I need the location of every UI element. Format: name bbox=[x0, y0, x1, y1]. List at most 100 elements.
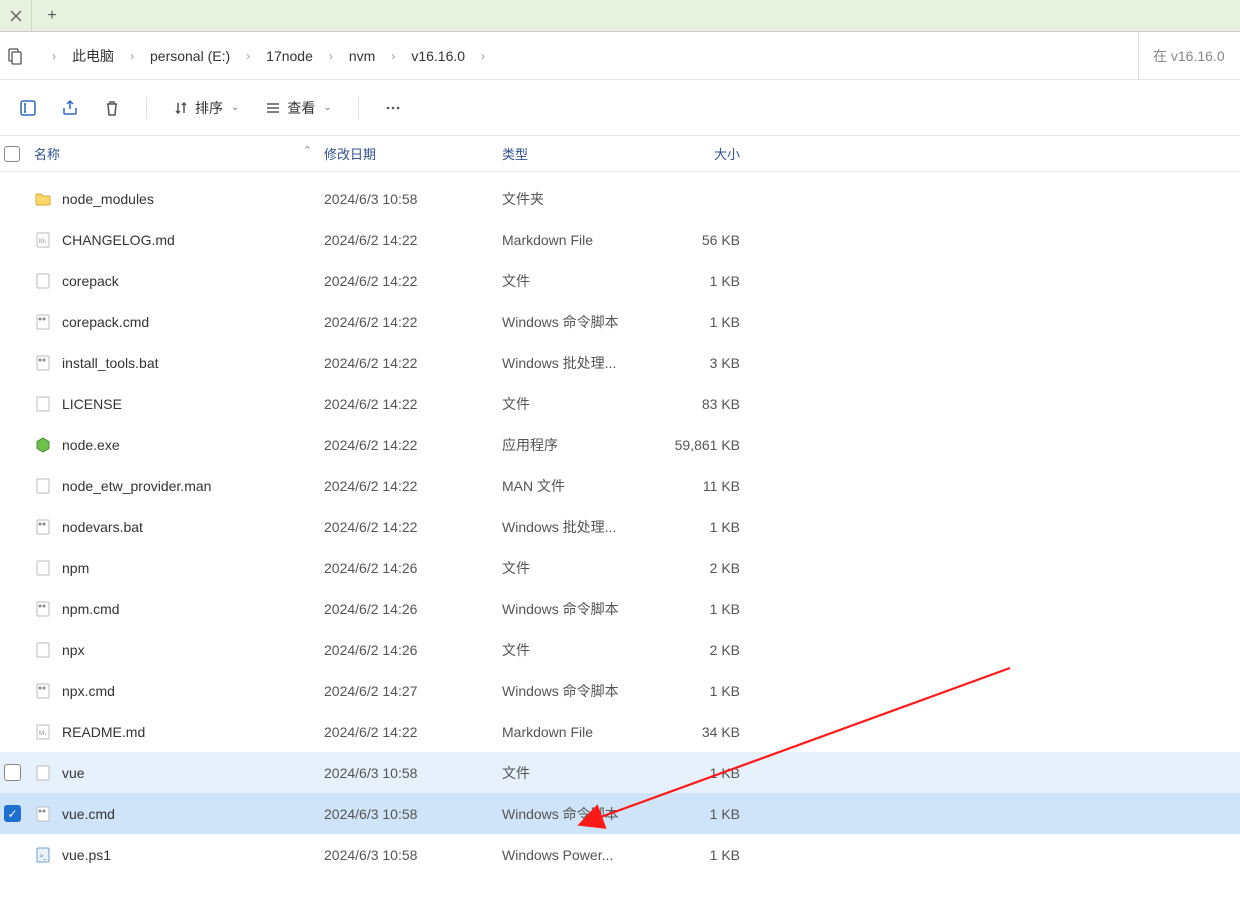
breadcrumb-item[interactable]: 17node bbox=[264, 44, 315, 68]
ellipsis-icon bbox=[383, 98, 403, 118]
md-icon: M↓ bbox=[34, 231, 52, 249]
file-type: 文件 bbox=[502, 763, 652, 783]
file-row[interactable]: npx2024/6/2 14:26文件2 KB bbox=[0, 629, 1240, 670]
rename-button[interactable] bbox=[10, 90, 46, 126]
svg-text:M↓: M↓ bbox=[39, 239, 47, 245]
file-size: 1 KB bbox=[652, 765, 740, 781]
chevron-right-icon[interactable]: › bbox=[467, 49, 499, 63]
sort-indicator-icon: ⌃ bbox=[303, 144, 312, 157]
folder-icon bbox=[34, 190, 52, 208]
file-size: 2 KB bbox=[652, 560, 740, 576]
file-name: CHANGELOG.md bbox=[62, 232, 175, 248]
file-type: Windows 命令脚本 bbox=[502, 681, 652, 701]
file-name: corepack bbox=[62, 273, 119, 289]
close-icon bbox=[10, 10, 22, 22]
file-type: Windows Power... bbox=[502, 847, 652, 863]
file-row[interactable]: vue.cmd2024/6/3 10:58Windows 命令脚本1 KB bbox=[0, 793, 1240, 834]
file-size: 34 KB bbox=[652, 724, 740, 740]
column-header-name[interactable]: 名称 ⌃ bbox=[34, 144, 324, 163]
chevron-right-icon[interactable]: › bbox=[315, 49, 347, 63]
file-row[interactable]: npm.cmd2024/6/2 14:26Windows 命令脚本1 KB bbox=[0, 588, 1240, 629]
cmd-icon bbox=[34, 682, 52, 700]
file-row[interactable]: node.exe2024/6/2 14:22应用程序59,861 KB bbox=[0, 424, 1240, 465]
file-size: 11 KB bbox=[652, 478, 740, 494]
column-header-type[interactable]: 类型 bbox=[502, 144, 652, 163]
view-button[interactable]: 查看 ⌄ bbox=[255, 92, 341, 124]
file-type: Markdown File bbox=[502, 232, 652, 248]
file-name: npm.cmd bbox=[62, 601, 120, 617]
file-size: 3 KB bbox=[652, 355, 740, 371]
file-row[interactable]: corepack.cmd2024/6/2 14:22Windows 命令脚本1 … bbox=[0, 301, 1240, 342]
chevron-right-icon[interactable]: › bbox=[116, 49, 148, 63]
file-name: vue bbox=[62, 765, 85, 781]
breadcrumb-item[interactable]: personal (E:) bbox=[148, 44, 232, 68]
file-date: 2024/6/2 14:22 bbox=[324, 478, 502, 494]
tab-add-button[interactable]: + bbox=[32, 0, 72, 32]
file-name: vue.cmd bbox=[62, 806, 115, 822]
file-row[interactable]: install_tools.bat2024/6/2 14:22Windows 批… bbox=[0, 342, 1240, 383]
file-icon bbox=[34, 559, 52, 577]
file-row[interactable]: M↓README.md2024/6/2 14:22Markdown File34… bbox=[0, 711, 1240, 752]
file-name: LICENSE bbox=[62, 396, 122, 412]
breadcrumb-item[interactable]: nvm bbox=[347, 44, 377, 68]
more-button[interactable] bbox=[375, 90, 411, 126]
file-date: 2024/6/2 14:26 bbox=[324, 601, 502, 617]
chevron-down-icon: ⌄ bbox=[231, 102, 239, 113]
column-header-size[interactable]: 大小 bbox=[652, 144, 740, 163]
separator bbox=[358, 97, 359, 119]
share-button[interactable] bbox=[52, 90, 88, 126]
chevron-right-icon[interactable]: › bbox=[232, 49, 264, 63]
file-row[interactable]: vue2024/6/3 10:58文件1 KB bbox=[0, 752, 1240, 793]
node-icon bbox=[34, 436, 52, 454]
select-all-checkbox[interactable] bbox=[4, 146, 20, 162]
breadcrumb-item[interactable]: v16.16.0 bbox=[409, 44, 467, 68]
file-size: 1 KB bbox=[652, 601, 740, 617]
delete-button[interactable] bbox=[94, 90, 130, 126]
file-date: 2024/6/2 14:22 bbox=[324, 232, 502, 248]
sort-label: 排序 bbox=[195, 98, 223, 118]
file-date: 2024/6/3 10:58 bbox=[324, 847, 502, 863]
file-row[interactable]: corepack2024/6/2 14:22文件1 KB bbox=[0, 260, 1240, 301]
file-row[interactable]: >_vue.ps12024/6/3 10:58Windows Power...1… bbox=[0, 834, 1240, 875]
sort-button[interactable]: 排序 ⌄ bbox=[163, 92, 249, 124]
cmd-icon bbox=[34, 313, 52, 331]
file-row[interactable]: node_modules2024/6/3 10:58文件夹 bbox=[0, 178, 1240, 219]
file-row[interactable]: npx.cmd2024/6/2 14:27Windows 命令脚本1 KB bbox=[0, 670, 1240, 711]
column-headers: 名称 ⌃ 修改日期 类型 大小 bbox=[0, 136, 1240, 172]
row-checkbox[interactable] bbox=[4, 764, 21, 781]
sort-icon bbox=[173, 100, 189, 116]
file-list: node_modules2024/6/3 10:58文件夹 M↓ CHANGELOG… bbox=[0, 172, 1240, 875]
file-type: 文件 bbox=[502, 271, 652, 291]
file-size: 1 KB bbox=[652, 806, 740, 822]
file-size: 83 KB bbox=[652, 396, 740, 412]
cmd-icon bbox=[34, 805, 52, 823]
file-name: README.md bbox=[62, 724, 145, 740]
file-row[interactable]: node_etw_provider.man2024/6/2 14:22MAN 文… bbox=[0, 465, 1240, 506]
file-row[interactable]: npm2024/6/2 14:26文件2 KB bbox=[0, 547, 1240, 588]
location-icon[interactable] bbox=[4, 45, 26, 67]
chevron-right-icon[interactable]: › bbox=[38, 49, 70, 63]
md-icon: M↓ bbox=[34, 723, 52, 741]
file-type: Windows 命令脚本 bbox=[502, 312, 652, 332]
ps-icon: >_ bbox=[34, 846, 52, 864]
file-size: 1 KB bbox=[652, 273, 740, 289]
chevron-right-icon[interactable]: › bbox=[377, 49, 409, 63]
file-name: corepack.cmd bbox=[62, 314, 149, 330]
file-row[interactable]: LICENSE2024/6/2 14:22文件83 KB bbox=[0, 383, 1240, 424]
file-icon bbox=[34, 641, 52, 659]
search-input[interactable]: 在 v16.16.0 bbox=[1138, 32, 1240, 79]
row-checkbox[interactable] bbox=[4, 805, 21, 822]
column-header-date[interactable]: 修改日期 bbox=[324, 144, 502, 163]
file-row[interactable]: nodevars.bat2024/6/2 14:22Windows 批处理...… bbox=[0, 506, 1240, 547]
file-date: 2024/6/2 14:22 bbox=[324, 396, 502, 412]
file-size: 1 KB bbox=[652, 314, 740, 330]
file-row[interactable]: M↓ CHANGELOG.md 2024/6/2 14:22Markdown Fil… bbox=[0, 219, 1240, 260]
file-size: 1 KB bbox=[652, 683, 740, 699]
file-date: 2024/6/2 14:26 bbox=[324, 560, 502, 576]
file-size: 2 KB bbox=[652, 642, 740, 658]
file-icon bbox=[34, 477, 52, 495]
file-type: 文件夹 bbox=[502, 189, 652, 209]
breadcrumb-item[interactable]: 此电脑 bbox=[70, 42, 116, 70]
toolbar: 排序 ⌄ 查看 ⌄ bbox=[0, 80, 1240, 136]
tab-close-button[interactable] bbox=[0, 0, 32, 32]
